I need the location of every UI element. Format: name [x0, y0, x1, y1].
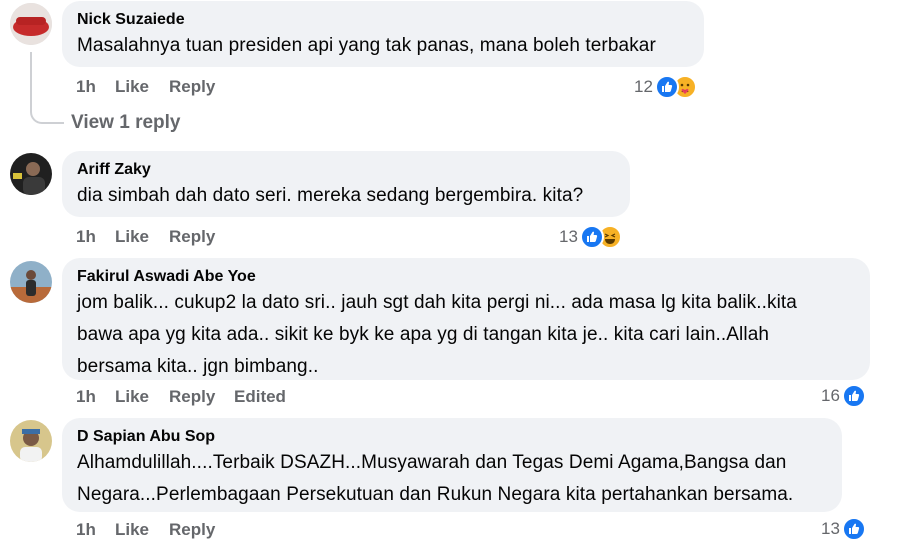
- avatar-image: [10, 420, 52, 462]
- comment-actions: 1h Like Reply: [76, 227, 215, 247]
- comment-author[interactable]: D Sapian Abu Sop: [77, 427, 829, 447]
- view-replies-link[interactable]: View 1 reply: [71, 112, 181, 134]
- avatar[interactable]: [10, 261, 52, 303]
- comment-actions: 1h Like Reply: [76, 520, 215, 540]
- reaction-count: 13: [821, 519, 840, 538]
- comment-bubble: D Sapian Abu Sop Alhamdulillah....Terbai…: [62, 418, 842, 512]
- comment-text-line: Alhamdulillah....Terbaik DSAZH...Musyawa…: [77, 452, 787, 473]
- reply-button[interactable]: Reply: [169, 520, 215, 540]
- comment-bubble: Nick Suzaiede Masalahnya tuan presiden a…: [62, 1, 704, 67]
- comment-actions: 1h Like Reply Edited: [76, 387, 286, 407]
- avatar-image: [10, 153, 52, 195]
- thread-line: [30, 52, 64, 124]
- avatar[interactable]: [10, 420, 52, 462]
- reaction-count: 16: [821, 386, 840, 405]
- reaction-count: 13: [559, 227, 578, 246]
- comment-text-line: bersama kita.. jgn bimbang..: [77, 356, 319, 377]
- comment-time[interactable]: 1h: [76, 520, 115, 540]
- like-icon: [841, 517, 866, 541]
- reaction-summary[interactable]: 12: [634, 75, 697, 99]
- like-icon: [654, 75, 679, 99]
- comment-author[interactable]: Nick Suzaiede: [77, 10, 691, 30]
- comment-text-line: jom balik... cukup2 la dato sri.. jauh s…: [77, 292, 797, 313]
- reply-button[interactable]: Reply: [169, 387, 234, 407]
- comment-text: dia simbah dah dato seri. mereka sedang …: [77, 185, 584, 206]
- like-button[interactable]: Like: [115, 227, 169, 247]
- comment-time[interactable]: 1h: [76, 387, 115, 407]
- edited-label: Edited: [234, 387, 286, 406]
- comment-text-line: bawa apa yg kita ada.. sikit ke byk ke a…: [77, 324, 770, 345]
- like-icon: [841, 384, 866, 408]
- comment-author[interactable]: Fakirul Aswadi Abe Yoe: [77, 267, 857, 287]
- comment-actions: 1h Like Reply: [76, 77, 215, 97]
- like-icon: [579, 225, 604, 249]
- comment-author[interactable]: Ariff Zaky: [77, 160, 617, 180]
- comment-text: Masalahnya tuan presiden api yang tak pa…: [77, 35, 656, 56]
- avatar[interactable]: [10, 153, 52, 195]
- like-button[interactable]: Like: [115, 387, 169, 407]
- comment-bubble: Fakirul Aswadi Abe Yoe jom balik... cuku…: [62, 258, 870, 380]
- reply-button[interactable]: Reply: [169, 227, 215, 247]
- like-button[interactable]: Like: [115, 77, 169, 97]
- reaction-count: 12: [634, 77, 653, 96]
- reaction-summary[interactable]: 13: [559, 225, 622, 249]
- avatar-image: [10, 261, 52, 303]
- comment-time[interactable]: 1h: [76, 77, 115, 97]
- avatar[interactable]: [10, 3, 52, 45]
- avatar-image: [10, 3, 52, 45]
- comment-time[interactable]: 1h: [76, 227, 115, 247]
- reaction-summary[interactable]: 13: [821, 517, 866, 541]
- reply-button[interactable]: Reply: [169, 77, 215, 97]
- reaction-summary[interactable]: 16: [821, 384, 866, 408]
- comment-bubble: Ariff Zaky dia simbah dah dato seri. mer…: [62, 151, 630, 217]
- comment-text-line: Negara...Perlembagaan Persekutuan dan Ru…: [77, 484, 794, 505]
- like-button[interactable]: Like: [115, 520, 169, 540]
